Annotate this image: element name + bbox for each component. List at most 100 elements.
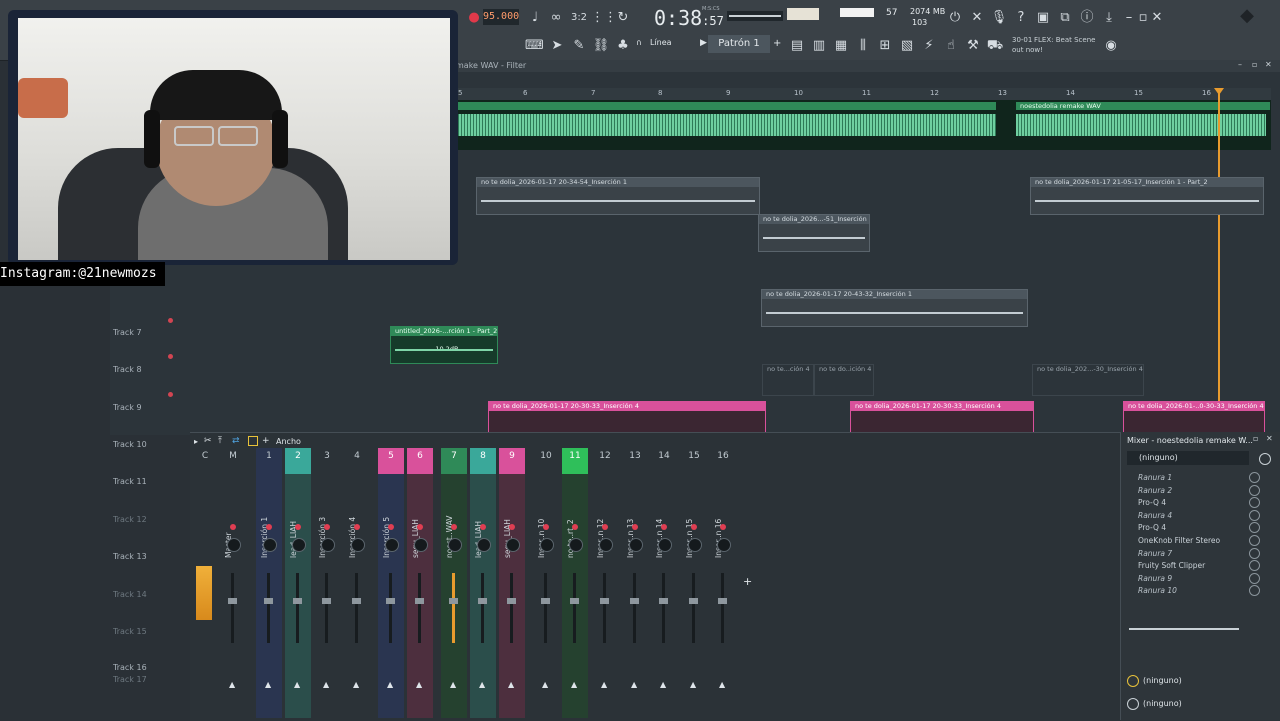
strip-route-icon[interactable]: ▲ — [508, 680, 514, 689]
track-label[interactable]: Track 12 — [113, 515, 147, 524]
mixer-route-icon[interactable]: ⇄ — [232, 436, 240, 446]
strip-route-icon[interactable]: ▲ — [229, 680, 235, 689]
strip-pan-knob[interactable] — [688, 538, 702, 552]
slot-toggle-icon[interactable] — [1249, 510, 1260, 521]
pointer-icon[interactable]: ➤ — [548, 38, 566, 54]
strip-pan-knob[interactable] — [292, 538, 306, 552]
strip-pan-knob[interactable] — [717, 538, 731, 552]
strip-fader-cap[interactable] — [322, 598, 331, 604]
strip-route-icon[interactable]: ▲ — [265, 680, 271, 689]
save-icon[interactable]: ▣ — [1034, 10, 1052, 26]
strip-mute-icon[interactable] — [354, 524, 360, 530]
strip-mute-icon[interactable] — [324, 524, 330, 530]
strip-mute-icon[interactable] — [388, 524, 394, 530]
bottom-preset-1[interactable]: (ninguno) — [1143, 676, 1182, 685]
strip-pan-knob[interactable] — [569, 538, 583, 552]
strip-pan-knob[interactable] — [227, 538, 241, 552]
slot-toggle-icon[interactable] — [1249, 560, 1260, 571]
countdown-icon[interactable]: 3:2 — [570, 10, 588, 26]
strip-pan-knob[interactable] — [448, 538, 462, 552]
strip-fader-cap[interactable] — [541, 598, 550, 604]
strip-fader[interactable] — [231, 573, 234, 643]
strip-route-icon[interactable]: ▲ — [542, 680, 548, 689]
strip-pan-knob[interactable] — [599, 538, 613, 552]
strip-route-icon[interactable]: ▲ — [660, 680, 666, 689]
track-label[interactable]: Track 7 — [113, 328, 142, 337]
strip-fader-cap[interactable] — [630, 598, 639, 604]
track-label[interactable]: Track 16 — [113, 663, 147, 672]
playlist-close-icon[interactable]: ✕ — [1265, 60, 1272, 69]
project-icon[interactable]: ▧ — [898, 38, 916, 54]
mixer-strip-5[interactable]: 5 Inserción 5 ▲ — [378, 448, 404, 718]
strip-fader-cap[interactable] — [689, 598, 698, 604]
audio-clip[interactable]: no te dolia_2026...-51_Inserción 1 — [758, 214, 870, 252]
mixer-menu-arrow-icon[interactable]: ▸ — [194, 437, 198, 446]
step-edit-icon[interactable]: ⋮⋮ — [591, 10, 617, 26]
mixer-strip-master[interactable]: M Master ▲ — [220, 448, 246, 718]
strip-route-icon[interactable]: ▲ — [571, 680, 577, 689]
news-text[interactable]: FLEX: Beat Scene — [1034, 36, 1095, 44]
panel-volume-slider[interactable] — [1129, 628, 1239, 630]
strip-fader-cap[interactable] — [228, 598, 237, 604]
strip-route-icon[interactable]: ▲ — [690, 680, 696, 689]
record-icon[interactable]: ● — [465, 10, 483, 26]
strip-route-icon[interactable]: ▲ — [416, 680, 422, 689]
strip-fader[interactable] — [544, 573, 547, 643]
track-mute-icon[interactable] — [168, 318, 173, 323]
strip-pan-knob[interactable] — [540, 538, 554, 552]
strip-route-icon[interactable]: ▲ — [631, 680, 637, 689]
effect-slot[interactable]: Fruity Soft Clipper — [1138, 561, 1205, 570]
audio-clip[interactable]: no te do..ición 4 — [814, 364, 874, 396]
audio-clip[interactable]: no te dolia_2026-01-17 20-30-33_Inserció… — [850, 401, 1034, 433]
strip-pan-knob[interactable] — [385, 538, 399, 552]
play-pattern-icon[interactable]: ▶ — [700, 38, 707, 48]
mixer-strip-9[interactable]: 9 segu_LIAH ▲ — [499, 448, 525, 718]
slot-toggle-icon[interactable] — [1249, 548, 1260, 559]
pattern-selector[interactable]: Patrón 1 — [708, 35, 770, 53]
strip-route-icon[interactable]: ▲ — [601, 680, 607, 689]
panel-maximize-icon[interactable]: ▫ — [1253, 434, 1258, 443]
playlist-icon[interactable]: ▤ — [788, 38, 806, 54]
strip-mute-icon[interactable] — [480, 524, 486, 530]
strip-fader-cap[interactable] — [718, 598, 727, 604]
strip-mute-icon[interactable] — [632, 524, 638, 530]
strip-mute-icon[interactable] — [295, 524, 301, 530]
piano-roll-icon[interactable]: ▥ — [810, 38, 828, 54]
strip-fader[interactable] — [603, 573, 606, 643]
panel-close-icon[interactable]: ✕ — [1266, 434, 1273, 443]
info-icon[interactable]: ⓘ — [1078, 10, 1096, 26]
mixer-add-icon[interactable]: + — [262, 436, 270, 446]
mixer-strip-10[interactable]: 10 Inser..n 10 ▲ — [533, 448, 559, 718]
audio-clip[interactable]: no te dolia_2026-01-17 20-30-33_Inserció… — [488, 401, 766, 433]
strip-fader[interactable] — [452, 573, 455, 643]
strip-fader-cap[interactable] — [352, 598, 361, 604]
top-audio-waveform[interactable] — [456, 114, 996, 136]
top-audio-clip-title[interactable]: noestedolia remake WAV — [1016, 102, 1270, 110]
eq-icon[interactable] — [1127, 675, 1139, 687]
strip-pan-knob[interactable] — [658, 538, 672, 552]
strip-fader[interactable] — [418, 573, 421, 643]
power-icon[interactable]: ⏻ — [946, 10, 964, 26]
news-text-2[interactable]: out now! — [1012, 46, 1043, 54]
slot-toggle-icon[interactable] — [1249, 497, 1260, 508]
mixer-strip-4[interactable]: 4 Inserción 4 ▲ — [344, 448, 370, 718]
strip-fader[interactable] — [662, 573, 665, 643]
playlist-maximize-icon[interactable]: ▫ — [1252, 60, 1257, 69]
mixer-strip-11[interactable]: 11 no te..rt_2 ▲ — [562, 448, 588, 718]
strip-pan-knob[interactable] — [263, 538, 277, 552]
tuner-icon[interactable]: ⧉ — [1056, 10, 1074, 26]
strip-route-icon[interactable]: ▲ — [387, 680, 393, 689]
effect-slot[interactable]: Ranura 10 — [1138, 586, 1177, 595]
shop-icon[interactable]: ⛟ — [986, 38, 1004, 54]
track-label[interactable]: Track 9 — [113, 403, 142, 412]
effect-slot[interactable]: Ranura 9 — [1138, 574, 1172, 583]
strip-mute-icon[interactable] — [417, 524, 423, 530]
effect-slot[interactable]: Ranura 2 — [1138, 486, 1172, 495]
mixer-strip-3[interactable]: 3 Inserción 3 ▲ — [314, 448, 340, 718]
globe-icon[interactable]: ◉ — [1102, 38, 1120, 54]
audio-clip[interactable]: no te dolia_2026-01-17 20-34-54_Inserció… — [476, 177, 760, 215]
strip-fader[interactable] — [355, 573, 358, 643]
audio-clip[interactable]: no te...ción 4 — [762, 364, 814, 396]
effect-slot[interactable]: Ranura 1 — [1138, 473, 1172, 482]
mixer-strip-16[interactable]: 16 Inser..n 16 ▲ — [710, 448, 736, 718]
